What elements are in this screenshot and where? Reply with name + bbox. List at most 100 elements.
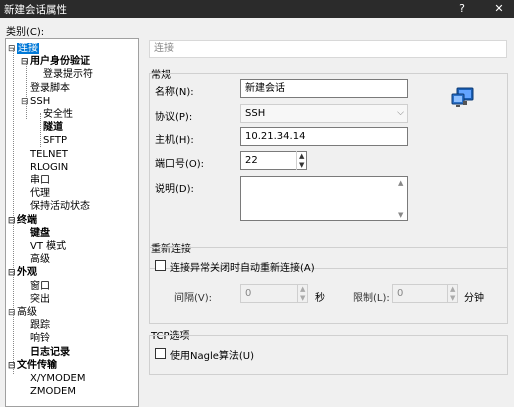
tree-item-label: 安全性 xyxy=(43,109,73,120)
tree-item-connection[interactable]: ⊟ 连接 xyxy=(8,42,39,55)
description-label: 说明(D): xyxy=(155,184,194,195)
tree-item-label: 串口 xyxy=(30,175,50,186)
tree-item-sftp[interactable]: SFTP xyxy=(34,134,67,147)
tree-line xyxy=(13,48,14,374)
interval-label: 间隔(V): xyxy=(174,293,213,304)
nagle-checkbox[interactable] xyxy=(155,348,166,359)
collapse-icon[interactable]: ⊟ xyxy=(21,96,30,109)
tree-item-terminal[interactable]: ⊟终端 xyxy=(8,214,37,227)
tree-item-rlogin[interactable]: RLOGIN xyxy=(21,161,68,174)
collapse-icon[interactable]: ⊟ xyxy=(21,56,30,69)
category-tree[interactable]: ⊟ 连接 ⊟用户身份验证 登录提示符 登录脚本 ⊟SSH 安全性 隧道 SFTP TELNET RL… xyxy=(5,38,139,407)
tree-item-label: 隧道 xyxy=(43,122,63,134)
down-icon[interactable]: ▼ xyxy=(299,161,304,169)
collapse-icon[interactable]: ⊟ xyxy=(8,360,17,373)
scroll-down-icon[interactable]: ▼ xyxy=(398,211,403,219)
tree-item-label: 保持活动状态 xyxy=(30,201,90,213)
tree-item-label: 跟踪 xyxy=(30,320,50,332)
description-field[interactable]: ▲ ▼ xyxy=(240,176,408,221)
protocol-label: 协议(P): xyxy=(155,112,193,123)
tree-item-login-script[interactable]: 登录脚本 xyxy=(21,82,70,95)
tree-item-label: SFTP xyxy=(43,135,68,147)
tree-item-label: 日志记录 xyxy=(30,346,70,358)
tree-item-label: 用户身份验证 xyxy=(30,56,90,68)
limit-stepper[interactable]: ▲ ▼ xyxy=(447,284,458,303)
scroll-up-icon[interactable]: ▲ xyxy=(398,179,403,187)
tree-item-telnet[interactable]: TELNET xyxy=(21,148,68,161)
interval-unit: 秒 xyxy=(315,293,325,304)
tree-item-label: 代理 xyxy=(30,188,50,200)
limit-label: 限制(L): xyxy=(353,293,390,304)
tree-item-label: 高级 xyxy=(17,307,37,318)
up-icon[interactable]: ▲ xyxy=(450,285,455,293)
limit-unit: 分钟 xyxy=(464,293,484,304)
tree-item-window[interactable]: 窗口 xyxy=(21,280,50,293)
category-label: 类别(C): xyxy=(6,27,45,38)
tree-item-label: 文件传输 xyxy=(17,359,57,371)
tree-item-label: RLOGIN xyxy=(30,161,69,173)
nagle-label[interactable]: 使用Nagle算法(U) xyxy=(170,347,254,362)
tree-item-vt-mode[interactable]: VT 模式 xyxy=(21,240,66,253)
tree-item-serial[interactable]: 串口 xyxy=(21,174,50,187)
tree-item-file-transfer[interactable]: ⊟文件传输 xyxy=(8,359,57,372)
protocol-select[interactable]: SSH ⌵ xyxy=(240,104,408,123)
tree-item-label: 键盘 xyxy=(30,227,50,239)
tree-item-label: TELNET xyxy=(30,148,68,160)
tree-item-appearance[interactable]: ⊟外观 xyxy=(8,266,37,279)
auto-reconnect-label[interactable]: 连接异常关闭时自动重新连接(A) xyxy=(170,259,315,274)
description-scrollbar[interactable]: ▲ ▼ xyxy=(396,177,407,220)
tree-item-label: VT 模式 xyxy=(30,241,67,252)
collapse-icon[interactable]: ⊟ xyxy=(8,267,17,280)
tree-item-user-auth[interactable]: ⊟用户身份验证 xyxy=(21,55,90,68)
tree-item-logging[interactable]: 日志记录 xyxy=(21,346,70,359)
tree-item-keyboard[interactable]: 键盘 xyxy=(21,227,50,240)
chevron-down-icon: ⌵ xyxy=(397,108,404,118)
tree-item-ssh[interactable]: ⊟SSH xyxy=(21,95,50,108)
name-label: 名称(N): xyxy=(155,87,194,98)
up-icon[interactable]: ▲ xyxy=(300,285,305,293)
down-icon[interactable]: ▼ xyxy=(450,294,455,302)
tree-item-label: 响铃 xyxy=(30,333,50,345)
protocol-value: SSH xyxy=(245,108,266,119)
properties-panel: 连接 常规 名称(N): 新建会话 协议(P): SSH ⌵ 主机(H): 10… xyxy=(145,38,514,407)
up-icon[interactable]: ▲ xyxy=(299,152,304,160)
tree-item-xymodem[interactable]: X/YMODEM xyxy=(21,372,85,385)
computer-network-icon xyxy=(451,87,474,107)
collapse-icon[interactable]: ⊟ xyxy=(8,215,17,228)
title-bar: 新建会话属性 ? ✕ xyxy=(0,0,514,18)
page-title: 连接 xyxy=(149,40,507,58)
tree-item-label: 登录脚本 xyxy=(30,82,70,94)
auto-reconnect-checkbox[interactable] xyxy=(155,260,166,271)
tree-item-advanced[interactable]: ⊟高级 xyxy=(8,306,37,319)
host-label: 主机(H): xyxy=(155,135,194,146)
collapse-icon[interactable]: ⊟ xyxy=(8,43,17,56)
port-stepper[interactable]: ▲ ▼ xyxy=(296,151,307,170)
tree-item-label: 终端 xyxy=(17,214,37,226)
tree-item-trace[interactable]: 跟踪 xyxy=(21,319,50,332)
tree-item-keepalive[interactable]: 保持活动状态 xyxy=(21,200,90,213)
name-field[interactable]: 新建会话 xyxy=(240,79,408,98)
tree-item-tunnel[interactable]: 隧道 xyxy=(34,121,63,134)
down-icon[interactable]: ▼ xyxy=(300,294,305,302)
tree-item-security[interactable]: 安全性 xyxy=(34,108,73,121)
tree-item-label: 突出 xyxy=(30,293,50,305)
tree-item-label: ZMODEM xyxy=(30,386,76,398)
tree-item-bell[interactable]: 响铃 xyxy=(21,332,50,345)
port-label: 端口号(O): xyxy=(155,159,205,170)
tree-item-zmodem[interactable]: ZMODEM xyxy=(21,385,76,398)
tree-item-label: 连接 xyxy=(17,43,39,54)
tree-item-login-prompt[interactable]: 登录提示符 xyxy=(34,68,93,81)
tree-item-label: SSH xyxy=(30,95,51,107)
window-title: 新建会话属性 xyxy=(4,4,67,16)
host-field[interactable]: 10.21.34.14 xyxy=(240,127,408,146)
tree-item-label: 外观 xyxy=(17,267,37,279)
tree-item-proxy[interactable]: 代理 xyxy=(21,187,50,200)
tree-item-label: 高级 xyxy=(30,254,50,266)
tree-item-highlight[interactable]: 突出 xyxy=(21,293,50,306)
interval-stepper[interactable]: ▲ ▼ xyxy=(297,284,308,303)
collapse-icon[interactable]: ⊟ xyxy=(8,307,17,320)
tree-item-label: 登录提示符 xyxy=(43,69,93,81)
help-button[interactable]: ? xyxy=(452,1,472,17)
close-button[interactable]: ✕ xyxy=(489,1,509,17)
tree-item-advanced-term[interactable]: 高级 xyxy=(21,253,50,266)
